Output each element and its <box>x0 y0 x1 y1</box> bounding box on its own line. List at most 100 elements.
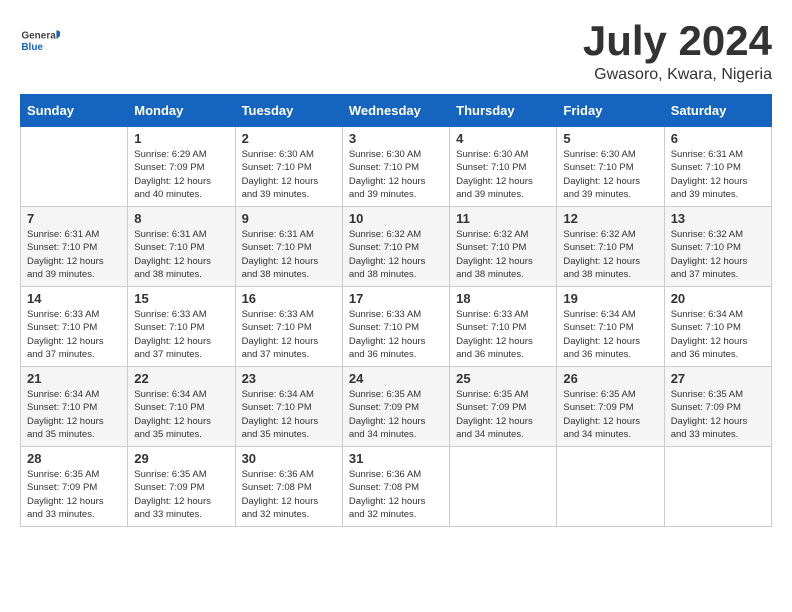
day-info: Sunrise: 6:34 AMSunset: 7:10 PMDaylight:… <box>563 308 657 361</box>
calendar-cell: 27 Sunrise: 6:35 AMSunset: 7:09 PMDaylig… <box>664 367 771 447</box>
calendar-cell: 11 Sunrise: 6:32 AMSunset: 7:10 PMDaylig… <box>450 207 557 287</box>
calendar-cell: 26 Sunrise: 6:35 AMSunset: 7:09 PMDaylig… <box>557 367 664 447</box>
day-info: Sunrise: 6:35 AMSunset: 7:09 PMDaylight:… <box>134 468 228 521</box>
calendar-cell: 28 Sunrise: 6:35 AMSunset: 7:09 PMDaylig… <box>21 447 128 527</box>
day-number: 21 <box>27 371 121 386</box>
weekday-header-row: SundayMondayTuesdayWednesdayThursdayFrid… <box>21 95 772 127</box>
calendar-week-row: 14 Sunrise: 6:33 AMSunset: 7:10 PMDaylig… <box>21 287 772 367</box>
calendar-week-row: 7 Sunrise: 6:31 AMSunset: 7:10 PMDayligh… <box>21 207 772 287</box>
day-info: Sunrise: 6:32 AMSunset: 7:10 PMDaylight:… <box>349 228 443 281</box>
calendar-cell: 14 Sunrise: 6:33 AMSunset: 7:10 PMDaylig… <box>21 287 128 367</box>
day-info: Sunrise: 6:35 AMSunset: 7:09 PMDaylight:… <box>456 388 550 441</box>
day-number: 27 <box>671 371 765 386</box>
day-info: Sunrise: 6:32 AMSunset: 7:10 PMDaylight:… <box>563 228 657 281</box>
day-info: Sunrise: 6:29 AMSunset: 7:09 PMDaylight:… <box>134 148 228 201</box>
svg-text:General: General <box>21 31 58 42</box>
calendar-week-row: 28 Sunrise: 6:35 AMSunset: 7:09 PMDaylig… <box>21 447 772 527</box>
day-info: Sunrise: 6:36 AMSunset: 7:08 PMDaylight:… <box>242 468 336 521</box>
day-info: Sunrise: 6:33 AMSunset: 7:10 PMDaylight:… <box>349 308 443 361</box>
calendar-cell: 7 Sunrise: 6:31 AMSunset: 7:10 PMDayligh… <box>21 207 128 287</box>
day-info: Sunrise: 6:30 AMSunset: 7:10 PMDaylight:… <box>349 148 443 201</box>
page-header: General Blue July 2024 Gwasoro, Kwara, N… <box>20 20 772 84</box>
day-info: Sunrise: 6:33 AMSunset: 7:10 PMDaylight:… <box>134 308 228 361</box>
day-number: 28 <box>27 451 121 466</box>
calendar-cell <box>21 127 128 207</box>
calendar-cell: 30 Sunrise: 6:36 AMSunset: 7:08 PMDaylig… <box>235 447 342 527</box>
calendar-cell: 23 Sunrise: 6:34 AMSunset: 7:10 PMDaylig… <box>235 367 342 447</box>
weekday-header-wednesday: Wednesday <box>342 95 449 127</box>
day-number: 19 <box>563 291 657 306</box>
day-number: 30 <box>242 451 336 466</box>
calendar-cell: 8 Sunrise: 6:31 AMSunset: 7:10 PMDayligh… <box>128 207 235 287</box>
day-number: 31 <box>349 451 443 466</box>
day-number: 18 <box>456 291 550 306</box>
day-info: Sunrise: 6:32 AMSunset: 7:10 PMDaylight:… <box>671 228 765 281</box>
month-year-title: July 2024 <box>583 20 772 62</box>
day-info: Sunrise: 6:32 AMSunset: 7:10 PMDaylight:… <box>456 228 550 281</box>
day-number: 4 <box>456 131 550 146</box>
calendar-cell: 17 Sunrise: 6:33 AMSunset: 7:10 PMDaylig… <box>342 287 449 367</box>
day-info: Sunrise: 6:35 AMSunset: 7:09 PMDaylight:… <box>349 388 443 441</box>
day-number: 17 <box>349 291 443 306</box>
svg-text:Blue: Blue <box>21 42 43 53</box>
logo: General Blue <box>20 20 60 60</box>
calendar-cell <box>664 447 771 527</box>
calendar-cell: 10 Sunrise: 6:32 AMSunset: 7:10 PMDaylig… <box>342 207 449 287</box>
day-number: 26 <box>563 371 657 386</box>
calendar-cell: 19 Sunrise: 6:34 AMSunset: 7:10 PMDaylig… <box>557 287 664 367</box>
calendar-cell: 20 Sunrise: 6:34 AMSunset: 7:10 PMDaylig… <box>664 287 771 367</box>
calendar-cell: 25 Sunrise: 6:35 AMSunset: 7:09 PMDaylig… <box>450 367 557 447</box>
day-info: Sunrise: 6:34 AMSunset: 7:10 PMDaylight:… <box>27 388 121 441</box>
day-info: Sunrise: 6:35 AMSunset: 7:09 PMDaylight:… <box>671 388 765 441</box>
day-number: 6 <box>671 131 765 146</box>
calendar-cell: 2 Sunrise: 6:30 AMSunset: 7:10 PMDayligh… <box>235 127 342 207</box>
calendar-cell: 1 Sunrise: 6:29 AMSunset: 7:09 PMDayligh… <box>128 127 235 207</box>
day-number: 1 <box>134 131 228 146</box>
day-info: Sunrise: 6:36 AMSunset: 7:08 PMDaylight:… <box>349 468 443 521</box>
day-info: Sunrise: 6:33 AMSunset: 7:10 PMDaylight:… <box>242 308 336 361</box>
weekday-header-sunday: Sunday <box>21 95 128 127</box>
day-number: 8 <box>134 211 228 226</box>
day-number: 10 <box>349 211 443 226</box>
calendar-cell: 22 Sunrise: 6:34 AMSunset: 7:10 PMDaylig… <box>128 367 235 447</box>
day-number: 24 <box>349 371 443 386</box>
logo-icon: General Blue <box>20 20 60 60</box>
calendar-table: SundayMondayTuesdayWednesdayThursdayFrid… <box>20 94 772 527</box>
day-info: Sunrise: 6:33 AMSunset: 7:10 PMDaylight:… <box>27 308 121 361</box>
calendar-cell: 21 Sunrise: 6:34 AMSunset: 7:10 PMDaylig… <box>21 367 128 447</box>
weekday-header-tuesday: Tuesday <box>235 95 342 127</box>
day-info: Sunrise: 6:35 AMSunset: 7:09 PMDaylight:… <box>563 388 657 441</box>
location-label: Gwasoro, Kwara, Nigeria <box>583 66 772 84</box>
weekday-header-friday: Friday <box>557 95 664 127</box>
calendar-cell: 5 Sunrise: 6:30 AMSunset: 7:10 PMDayligh… <box>557 127 664 207</box>
day-number: 22 <box>134 371 228 386</box>
calendar-cell: 12 Sunrise: 6:32 AMSunset: 7:10 PMDaylig… <box>557 207 664 287</box>
day-info: Sunrise: 6:34 AMSunset: 7:10 PMDaylight:… <box>671 308 765 361</box>
day-number: 25 <box>456 371 550 386</box>
title-area: July 2024 Gwasoro, Kwara, Nigeria <box>583 20 772 84</box>
logo: General Blue <box>20 20 60 60</box>
day-info: Sunrise: 6:31 AMSunset: 7:10 PMDaylight:… <box>242 228 336 281</box>
calendar-cell: 31 Sunrise: 6:36 AMSunset: 7:08 PMDaylig… <box>342 447 449 527</box>
day-number: 20 <box>671 291 765 306</box>
calendar-cell: 15 Sunrise: 6:33 AMSunset: 7:10 PMDaylig… <box>128 287 235 367</box>
calendar-cell: 6 Sunrise: 6:31 AMSunset: 7:10 PMDayligh… <box>664 127 771 207</box>
day-info: Sunrise: 6:30 AMSunset: 7:10 PMDaylight:… <box>456 148 550 201</box>
calendar-week-row: 1 Sunrise: 6:29 AMSunset: 7:09 PMDayligh… <box>21 127 772 207</box>
day-info: Sunrise: 6:31 AMSunset: 7:10 PMDaylight:… <box>27 228 121 281</box>
day-info: Sunrise: 6:35 AMSunset: 7:09 PMDaylight:… <box>27 468 121 521</box>
day-info: Sunrise: 6:31 AMSunset: 7:10 PMDaylight:… <box>671 148 765 201</box>
calendar-cell: 13 Sunrise: 6:32 AMSunset: 7:10 PMDaylig… <box>664 207 771 287</box>
calendar-cell: 3 Sunrise: 6:30 AMSunset: 7:10 PMDayligh… <box>342 127 449 207</box>
day-info: Sunrise: 6:34 AMSunset: 7:10 PMDaylight:… <box>134 388 228 441</box>
day-number: 5 <box>563 131 657 146</box>
weekday-header-thursday: Thursday <box>450 95 557 127</box>
calendar-week-row: 21 Sunrise: 6:34 AMSunset: 7:10 PMDaylig… <box>21 367 772 447</box>
calendar-cell: 4 Sunrise: 6:30 AMSunset: 7:10 PMDayligh… <box>450 127 557 207</box>
day-number: 3 <box>349 131 443 146</box>
day-number: 14 <box>27 291 121 306</box>
day-number: 12 <box>563 211 657 226</box>
day-number: 7 <box>27 211 121 226</box>
calendar-cell: 9 Sunrise: 6:31 AMSunset: 7:10 PMDayligh… <box>235 207 342 287</box>
calendar-cell <box>450 447 557 527</box>
